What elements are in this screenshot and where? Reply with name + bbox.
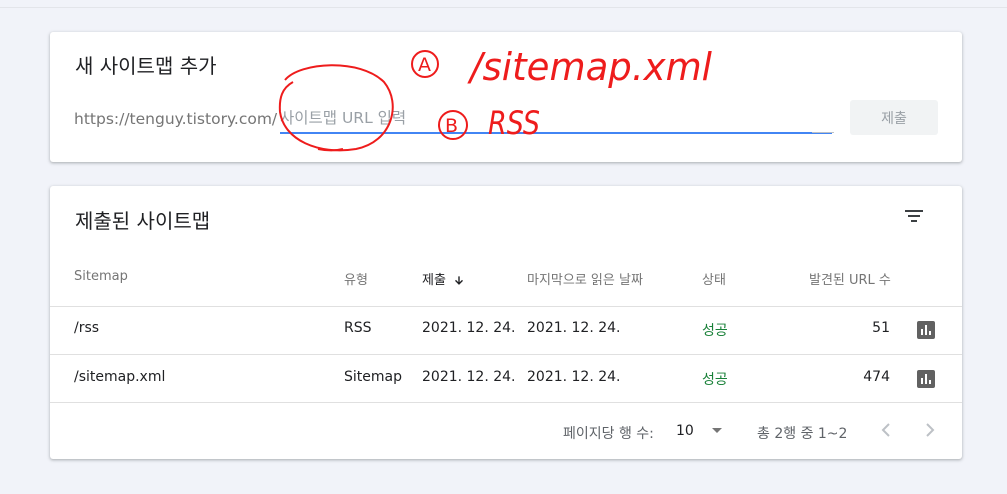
column-header-url-count[interactable]: 발견된 URL 수 [809,269,891,288]
column-header-sitemap[interactable]: Sitemap [74,269,128,284]
row-2-bar-chart-icon[interactable] [917,370,935,388]
submitted-sitemaps-title: 제출된 사이트맵 [75,209,211,233]
row-2-type: Sitemap [344,369,402,385]
row-1-bar-chart-icon[interactable] [917,321,935,339]
column-header-submitted-label: 제출 [422,273,446,288]
row-1-sitemap[interactable]: /rss [74,320,99,336]
column-header-type[interactable]: 유형 [344,269,368,288]
next-page-icon[interactable] [923,421,937,439]
pagination-range: 총 2행 중 1~2 [757,426,848,442]
column-header-status[interactable]: 상태 [702,269,726,288]
row-1-type: RSS [344,320,372,336]
previous-page-icon[interactable] [879,421,893,439]
sitemap-url-input[interactable] [280,104,832,134]
add-sitemap-title: 새 사이트맵 추가 [75,54,217,78]
rows-per-page-select[interactable]: 10 [676,423,723,439]
add-sitemap-card: 새 사이트맵 추가 https://tenguy.tistory.com/ 제출 [50,32,962,162]
top-divider [0,7,1007,8]
input-underline [812,132,834,133]
row-1-submitted: 2021. 12. 24. [422,320,516,336]
row-1-url-count: 51 [872,320,890,336]
submit-button[interactable]: 제출 [850,100,938,135]
site-url-prefix: https://tenguy.tistory.com/ [74,110,278,128]
row-2-sitemap[interactable]: /sitemap.xml [74,369,165,385]
header-divider [50,306,962,307]
row-1-last-read: 2021. 12. 24. [527,320,621,336]
submitted-sitemaps-card: 제출된 사이트맵 Sitemap 유형 제출 마지막으로 읽은 날짜 상태 발견… [50,186,962,459]
rows-per-page-value: 10 [676,423,694,439]
column-header-last-read[interactable]: 마지막으로 읽은 날짜 [527,269,643,288]
row-2-submitted: 2021. 12. 24. [422,369,516,385]
row-2-status: 성공 [702,372,728,388]
row-divider [50,354,962,355]
row-2-last-read: 2021. 12. 24. [527,369,621,385]
filter-list-icon[interactable] [902,204,926,228]
column-header-submitted[interactable]: 제출 [422,269,466,288]
dropdown-arrow-icon [712,428,723,433]
rows-per-page-label: 페이지당 행 수: [563,426,654,442]
row-2-url-count: 474 [863,369,890,385]
row-1-status: 성공 [702,323,728,339]
sort-arrow-down-icon [454,275,463,285]
row-divider [50,402,962,403]
